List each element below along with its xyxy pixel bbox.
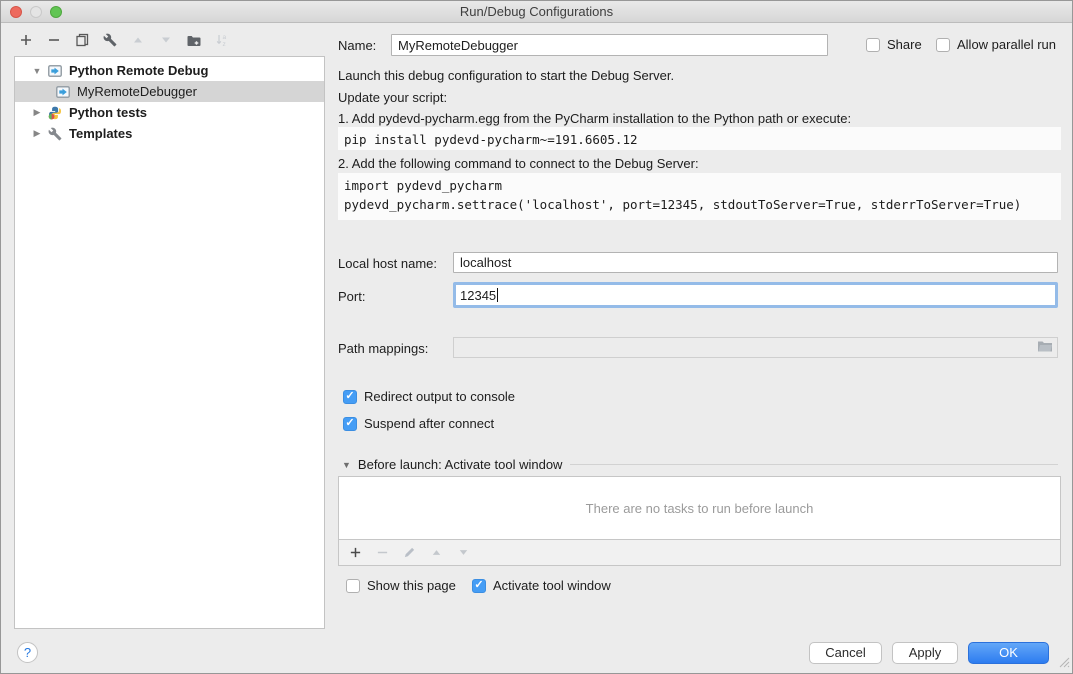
share-checkbox[interactable] bbox=[866, 38, 880, 52]
allow-parallel-run-label: Allow parallel run bbox=[957, 37, 1056, 52]
redirect-output-checkbox[interactable]: ✓ bbox=[343, 390, 357, 404]
browse-folder-icon[interactable] bbox=[1037, 340, 1053, 356]
activate-tool-window-row: ✓ Activate tool window bbox=[472, 578, 611, 593]
tree-item-python-remote-debug[interactable]: ▼ Python Remote Debug bbox=[15, 60, 324, 81]
text-cursor bbox=[497, 288, 498, 302]
collapse-caret-icon[interactable]: ▼ bbox=[342, 460, 351, 470]
suspend-after-connect-checkbox[interactable]: ✓ bbox=[343, 417, 357, 431]
remove-configuration-icon[interactable] bbox=[46, 32, 61, 47]
share-checkbox-row: Share bbox=[866, 37, 922, 52]
collapse-caret-icon[interactable]: ▼ bbox=[32, 66, 42, 76]
svg-text:a: a bbox=[222, 34, 226, 41]
resize-grip[interactable] bbox=[1059, 656, 1070, 671]
activate-tool-window-label: Activate tool window bbox=[493, 578, 611, 593]
name-input[interactable] bbox=[391, 34, 828, 56]
before-launch-header[interactable]: ▼ Before launch: Activate tool window bbox=[342, 457, 1058, 472]
edit-defaults-wrench-icon[interactable] bbox=[102, 32, 117, 47]
redirect-output-label: Redirect output to console bbox=[364, 389, 515, 404]
ok-button[interactable]: OK bbox=[968, 642, 1049, 664]
show-this-page-row: Show this page bbox=[346, 578, 456, 593]
share-label: Share bbox=[887, 37, 922, 52]
show-this-page-label: Show this page bbox=[367, 578, 456, 593]
before-launch-title: Before launch: Activate tool window bbox=[358, 457, 563, 472]
local-host-label: Local host name: bbox=[338, 256, 437, 271]
path-mappings-label: Path mappings: bbox=[338, 341, 428, 356]
window-title: Run/Debug Configurations bbox=[1, 4, 1072, 19]
local-host-input[interactable] bbox=[453, 252, 1058, 273]
allow-parallel-run-checkbox[interactable] bbox=[936, 38, 950, 52]
port-value: 12345 bbox=[460, 288, 496, 303]
move-up-icon bbox=[130, 32, 145, 47]
add-task-icon[interactable] bbox=[348, 545, 363, 560]
new-folder-icon[interactable] bbox=[186, 32, 201, 47]
configurations-tree: ▼ Python Remote Debug ▶ MyRemoteDebugger… bbox=[14, 56, 325, 629]
port-input[interactable]: 12345 bbox=[453, 282, 1058, 308]
tree-item-templates[interactable]: ▶ Templates bbox=[15, 123, 324, 144]
instruction-line-2: Update your script: bbox=[338, 90, 447, 105]
expand-caret-icon[interactable]: ▶ bbox=[32, 128, 42, 139]
copy-configuration-icon[interactable] bbox=[74, 32, 89, 47]
path-mappings-input[interactable] bbox=[453, 337, 1058, 358]
remove-task-icon bbox=[375, 545, 390, 560]
help-button[interactable]: ? bbox=[17, 642, 38, 663]
activate-tool-window-checkbox[interactable]: ✓ bbox=[472, 579, 486, 593]
tree-item-label: Python Remote Debug bbox=[69, 63, 208, 78]
instruction-line-1: Launch this debug configuration to start… bbox=[338, 68, 674, 83]
port-label: Port: bbox=[338, 289, 365, 304]
pip-install-code: pip install pydevd-pycharm~=191.6605.12 bbox=[338, 127, 1061, 150]
instruction-step-2: 2. Add the following command to connect … bbox=[338, 156, 699, 171]
python-tests-icon bbox=[48, 106, 63, 120]
sort-alphabetically-icon: az bbox=[214, 32, 229, 47]
suspend-after-connect-label: Suspend after connect bbox=[364, 416, 494, 431]
redirect-output-row: ✓ Redirect output to console bbox=[343, 389, 515, 404]
run-debug-configurations-dialog: Run/Debug Configurations az ▼ bbox=[0, 0, 1073, 674]
move-task-down-icon bbox=[456, 545, 471, 560]
settrace-code-line-2: pydevd_pycharm.settrace('localhost', por… bbox=[344, 197, 1021, 212]
settrace-code: import pydevd_pycharm pydevd_pycharm.set… bbox=[338, 173, 1061, 220]
tree-item-label: MyRemoteDebugger bbox=[77, 84, 197, 99]
apply-button[interactable]: Apply bbox=[892, 642, 958, 664]
svg-text:z: z bbox=[222, 41, 225, 47]
tree-item-label: Templates bbox=[69, 126, 132, 141]
suspend-after-connect-row: ✓ Suspend after connect bbox=[343, 416, 494, 431]
tree-item-python-tests[interactable]: ▶ Python tests bbox=[15, 102, 324, 123]
before-launch-empty-text: There are no tasks to run before launch bbox=[586, 501, 814, 516]
cancel-button[interactable]: Cancel bbox=[809, 642, 882, 664]
wrench-icon bbox=[48, 127, 63, 141]
instruction-step-1: 1. Add pydevd-pycharm.egg from the PyCha… bbox=[338, 111, 851, 126]
remote-debug-config-icon bbox=[56, 85, 71, 99]
allow-parallel-checkbox-row: Allow parallel run bbox=[936, 37, 1056, 52]
question-mark-icon: ? bbox=[24, 645, 31, 660]
edit-task-icon bbox=[402, 545, 417, 560]
before-launch-toolbar bbox=[338, 540, 1061, 566]
tree-item-myremotedebugger[interactable]: ▶ MyRemoteDebugger bbox=[15, 81, 324, 102]
settrace-code-line-1: import pydevd_pycharm bbox=[344, 178, 502, 193]
move-down-icon bbox=[158, 32, 173, 47]
title-bar: Run/Debug Configurations bbox=[1, 1, 1072, 23]
name-label: Name: bbox=[338, 38, 376, 53]
separator-line bbox=[570, 464, 1058, 465]
show-this-page-checkbox[interactable] bbox=[346, 579, 360, 593]
move-task-up-icon bbox=[429, 545, 444, 560]
tree-item-label: Python tests bbox=[69, 105, 147, 120]
before-launch-task-list[interactable]: There are no tasks to run before launch bbox=[338, 476, 1061, 540]
expand-caret-icon[interactable]: ▶ bbox=[32, 107, 42, 118]
configurations-toolbar: az bbox=[18, 32, 229, 47]
remote-debug-config-icon bbox=[48, 64, 63, 78]
add-configuration-icon[interactable] bbox=[18, 32, 33, 47]
